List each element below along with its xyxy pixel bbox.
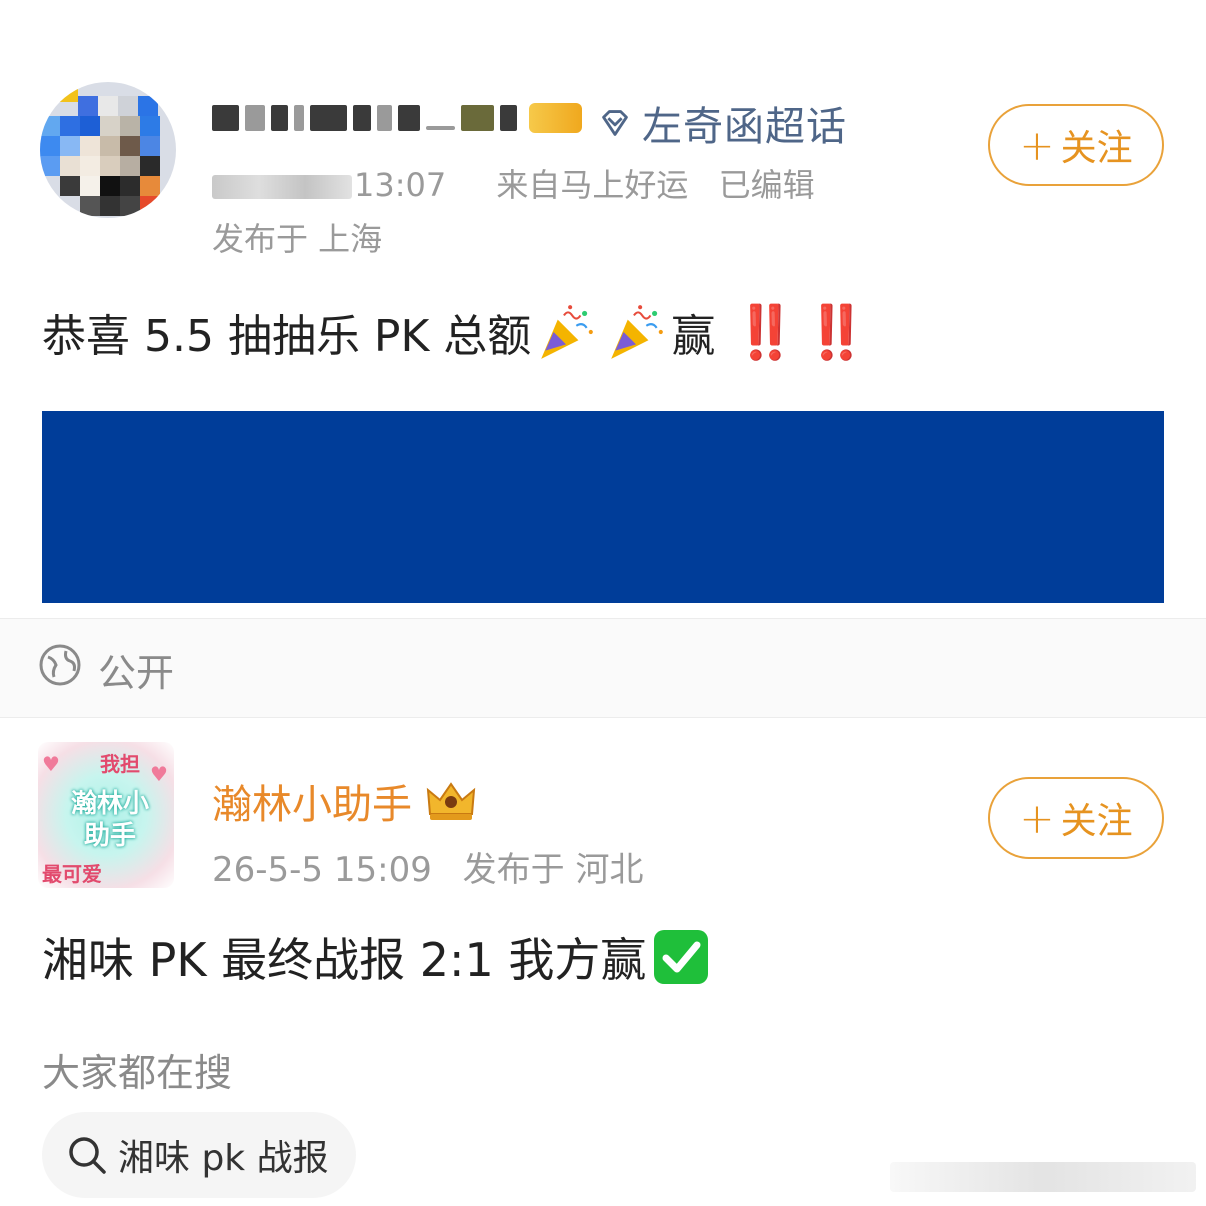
post-card: 左奇函超话 13:07 来自马上好运 已编辑 发布于 上海 + 关注 恭喜 5.…: [0, 0, 1206, 618]
post-text: 恭喜 5.5 抽抽乐 PK 总额: [42, 311, 532, 362]
level-badge-icon: [529, 103, 582, 133]
party-popper-icon: [541, 305, 594, 359]
post-text-tail: 赢: [671, 311, 716, 362]
globe-icon: [39, 644, 81, 686]
avatar-text: 最可爱: [42, 862, 102, 886]
plus-icon: +: [1019, 120, 1055, 170]
search-suggestion-chip[interactable]: 湘味 pk 战报: [42, 1112, 356, 1198]
avatar-text: 我担: [100, 752, 140, 776]
crown-icon: [426, 782, 476, 820]
date-redacted: [212, 175, 352, 199]
follow-label: 关注: [1060, 801, 1133, 842]
party-popper-icon: [611, 305, 664, 359]
post-meta: 26-5-5 15:09 发布于 河北: [212, 842, 663, 891]
edited-label: 已编辑: [718, 166, 815, 204]
search-icon: [69, 1137, 106, 1174]
post-meta: 13:07 来自马上好运 已编辑: [212, 160, 835, 206]
plus-icon: +: [1019, 793, 1055, 843]
avatar-text: 瀚林小助手: [70, 789, 149, 851]
post-text: 湘味 PK 最终战报 2:1 我方赢: [42, 933, 647, 987]
follow-label: 关注: [1060, 128, 1133, 169]
search-chip-label: 湘味 pk 战报: [118, 1138, 329, 1179]
post-location: 发布于 河北: [462, 850, 644, 890]
double-exclamation-icon: ‼️ ‼️: [733, 302, 869, 363]
visibility-bar: [0, 618, 1206, 718]
trending-search-heading: 大家都在搜: [42, 1051, 233, 1095]
follow-button[interactable]: + 关注: [988, 104, 1164, 186]
username-redacted[interactable]: [212, 96, 582, 140]
post-source: 来自马上好运: [496, 166, 689, 204]
visibility-label: 公开: [98, 651, 175, 695]
watermark: [890, 1162, 1196, 1192]
post-image[interactable]: [42, 411, 1164, 603]
avatar[interactable]: ♥ ♥ 我担 瀚林小助手 最可爱: [38, 742, 174, 888]
heart-icon: ♥: [42, 752, 60, 776]
heart-icon: ♥: [150, 762, 168, 786]
post-time: 26-5-5 15:09: [212, 850, 432, 890]
avatar[interactable]: [40, 82, 176, 218]
author-name[interactable]: 瀚林小助手: [212, 772, 478, 830]
topic-label: 左奇函超话: [642, 104, 847, 150]
post-time: 13:07: [354, 166, 447, 204]
diamond-icon: [602, 110, 628, 136]
post-location: 发布于 上海: [212, 220, 383, 258]
super-topic-link[interactable]: 左奇函超话: [596, 97, 847, 150]
check-mark-icon: [654, 930, 709, 984]
follow-button[interactable]: + 关注: [988, 777, 1164, 859]
post-content: 湘味 PK 最终战报 2:1 我方赢: [42, 924, 710, 990]
author-label: 瀚林小助手: [212, 782, 412, 828]
post-content: 恭喜 5.5 抽抽乐 PK 总额 赢 ‼️ ‼️: [42, 300, 869, 364]
